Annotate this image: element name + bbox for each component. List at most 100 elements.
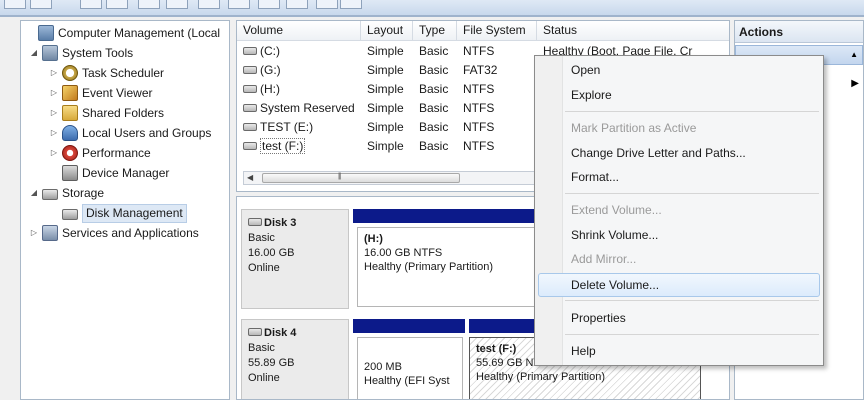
tree-item-disk-management[interactable]: Disk Management [49, 203, 187, 223]
volume-file-system: FAT32 [463, 63, 498, 77]
tree-item-performance[interactable]: ▷ Performance [49, 143, 151, 163]
toolbar-button[interactable] [80, 0, 102, 9]
tree-item-label: Event Viewer [82, 86, 153, 100]
toolbar-button[interactable] [4, 0, 26, 9]
volume-type: Basic [419, 63, 449, 77]
drive-icon [243, 141, 257, 150]
volume-layout: Simple [367, 139, 404, 153]
menu-item-change-drive-letter[interactable]: Change Drive Letter and Paths... [571, 143, 746, 163]
tree-twisty[interactable]: ▷ [49, 63, 59, 83]
tree-twisty[interactable]: ▷ [49, 103, 59, 123]
toolbar-button[interactable] [340, 0, 362, 9]
computer-management-icon [38, 25, 54, 41]
tree-item-label: Disk Management [82, 203, 187, 223]
menu-item-open[interactable]: Open [571, 60, 600, 80]
menu-separator [565, 334, 819, 335]
volume-layout: Simple [367, 82, 404, 96]
column-header-layout[interactable]: Layout [361, 21, 413, 41]
disk-type: Basic [248, 232, 275, 244]
tree-twisty[interactable]: ▷ [49, 83, 59, 103]
services-icon [42, 225, 58, 241]
toolbar [0, 0, 864, 16]
more-actions-arrow-icon[interactable]: ▶ [851, 78, 859, 89]
tree-twisty[interactable]: ▷ [29, 223, 39, 243]
column-header-status[interactable]: Status [537, 21, 729, 41]
tree-item-label: System Tools [62, 46, 134, 60]
tree-twisty[interactable]: ◢ [29, 183, 39, 203]
tree-twisty[interactable]: ◢ [29, 43, 39, 63]
tree-item-storage[interactable]: ◢ Storage [29, 183, 104, 203]
actions-header: Actions [735, 21, 863, 43]
menu-item-add-mirror[interactable]: Add Mirror... [571, 249, 636, 269]
tree-item-local-users-and-groups[interactable]: ▷ Local Users and Groups [49, 123, 211, 143]
disk-size: 55.89 GB [248, 357, 295, 369]
menu-item-properties[interactable]: Properties [571, 308, 626, 328]
toolbar-button[interactable] [30, 0, 52, 9]
column-header-file-system[interactable]: File System [457, 21, 537, 41]
volume-file-system: NTFS [463, 120, 495, 134]
collapse-arrow-icon[interactable]: ▲ [850, 50, 858, 59]
toolbar-button[interactable] [286, 0, 308, 9]
users-icon [62, 125, 78, 141]
toolbar-button[interactable] [166, 0, 188, 9]
performance-icon [62, 145, 78, 161]
partition-efi[interactable]: 200 MB Healthy (EFI Syst [357, 337, 463, 399]
volume-name: System Reserved [260, 101, 355, 115]
volume-file-system: NTFS [463, 101, 495, 115]
disk-size: 16.00 GB [248, 247, 295, 259]
menu-item-shrink-volume[interactable]: Shrink Volume... [571, 225, 658, 245]
column-header-type[interactable]: Type [413, 21, 457, 41]
tree-twisty[interactable]: ▷ [49, 143, 59, 163]
menu-gutter [535, 56, 563, 365]
menu-separator [565, 111, 819, 112]
menu-item-help[interactable]: Help [571, 341, 596, 361]
tree-item-computer-management[interactable]: Computer Management (Local [25, 23, 220, 43]
tree-item-label: Device Manager [82, 166, 170, 180]
system-tools-icon [42, 45, 58, 61]
drive-icon [243, 122, 257, 131]
toolbar-button[interactable] [138, 0, 160, 9]
console-tree: Computer Management (Local ◢ System Tool… [20, 20, 230, 400]
scrollbar-grip-icon: ||| [338, 173, 342, 180]
disk-type: Basic [248, 342, 275, 354]
toolbar-button[interactable] [198, 0, 220, 9]
volume-name: (H:) [260, 82, 280, 96]
menu-item-extend-volume[interactable]: Extend Volume... [571, 200, 662, 220]
volume-name: (C:) [260, 44, 280, 58]
volume-type: Basic [419, 44, 449, 58]
menu-item-mark-partition-active[interactable]: Mark Partition as Active [571, 118, 696, 138]
volume-layout: Simple [367, 120, 404, 134]
tree-item-event-viewer[interactable]: ▷ Event Viewer [49, 83, 152, 103]
volume-name: test (F:) [260, 138, 306, 154]
device-manager-icon [62, 165, 78, 181]
toolbar-button[interactable] [228, 0, 250, 9]
volume-layout: Simple [367, 44, 404, 58]
scrollbar-thumb[interactable] [262, 173, 460, 183]
disk-icon [248, 328, 262, 337]
scroll-left-arrow-icon[interactable]: ◀ [247, 173, 253, 182]
tree-item-services-and-applications[interactable]: ▷ Services and Applications [29, 223, 199, 243]
tree-item-task-scheduler[interactable]: ▷ Task Scheduler [49, 63, 164, 83]
volume-type: Basic [419, 139, 449, 153]
disk-info-disk-4[interactable]: Disk 4 Basic 55.89 GB Online [241, 319, 349, 399]
menu-item-delete-volume[interactable]: Delete Volume... [571, 275, 659, 295]
column-header-volume[interactable]: Volume [237, 21, 361, 41]
tree-item-system-tools[interactable]: ◢ System Tools [29, 43, 133, 63]
tree-item-label: Performance [82, 146, 151, 160]
tree-item-device-manager[interactable]: Device Manager [49, 163, 169, 183]
disk-name: Disk 4 [264, 327, 297, 339]
toolbar-button[interactable] [106, 0, 128, 9]
tree-item-label: Computer Management (Local [58, 26, 221, 40]
menu-item-explore[interactable]: Explore [571, 85, 612, 105]
partition-detail: 200 MB [364, 361, 402, 373]
context-menu: Open Explore Mark Partition as Active Ch… [534, 55, 824, 366]
disk-info-disk-3[interactable]: Disk 3 Basic 16.00 GB Online [241, 209, 349, 309]
tree-item-shared-folders[interactable]: ▷ Shared Folders [49, 103, 164, 123]
menu-item-format[interactable]: Format... [571, 167, 619, 187]
toolbar-button[interactable] [258, 0, 280, 9]
tree-twisty[interactable]: ▷ [49, 123, 59, 143]
toolbar-button[interactable] [316, 0, 338, 9]
tree-item-label: Services and Applications [62, 226, 199, 240]
partition-bar [353, 319, 465, 333]
volume-name: TEST (E:) [260, 120, 314, 134]
